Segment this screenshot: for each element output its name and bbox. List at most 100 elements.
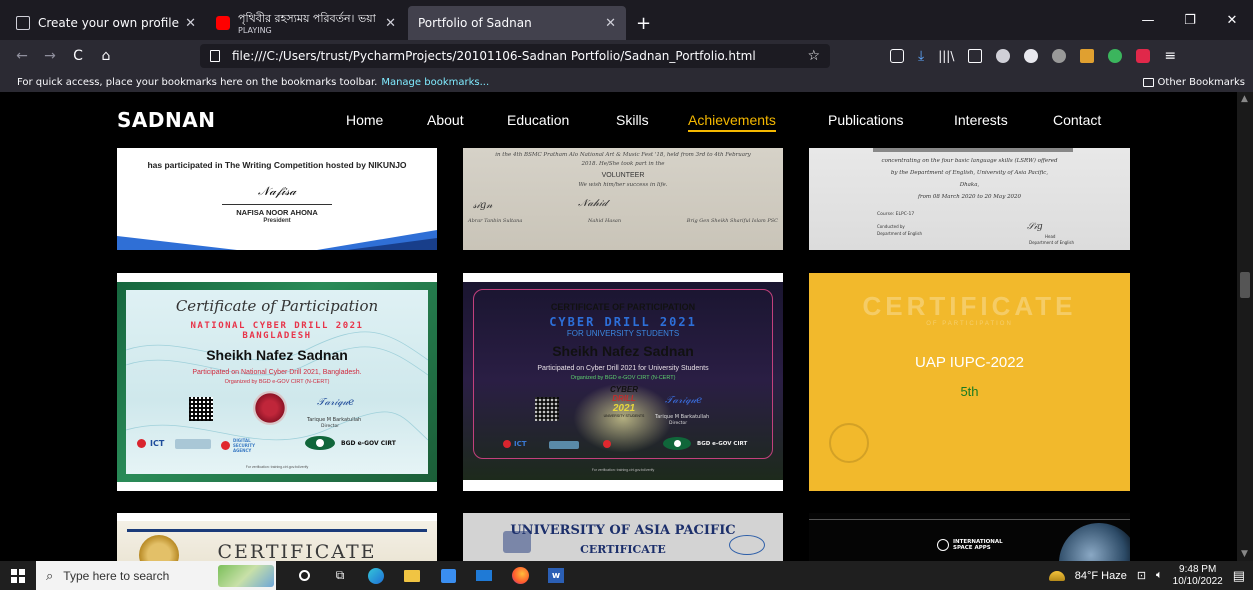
manage-bookmarks-link[interactable]: Manage bookmarks... (381, 77, 489, 88)
url-text[interactable]: file:///C:/Users/trust/PycharmProjects/2… (232, 49, 756, 63)
signer-name: Tarique M Barkatullah (307, 417, 362, 423)
back-icon[interactable]: ← (8, 48, 36, 64)
event-name: CYBER DRILL 2021 (549, 315, 697, 329)
firefox-icon[interactable] (502, 561, 538, 590)
certificate-role: VOLUNTEER (601, 172, 645, 179)
store-icon[interactable] (430, 561, 466, 590)
cookie-extension-icon[interactable] (1052, 49, 1067, 63)
scroll-up-icon[interactable]: ▲ (1241, 94, 1248, 104)
certificate-line: in the 4th BSMC Pratham Alo National Art… (495, 152, 751, 158)
signer-names: Abrar Tanbin Sultana Nahid Hasan Brig Ge… (468, 218, 778, 224)
close-tab-icon[interactable]: ✕ (605, 16, 616, 31)
browser-tab-bar: Create your own profile ✕ পৃথিবীর রহস্যম… (0, 0, 1253, 40)
event-name: NATIONAL CYBER DRILL 2021 (190, 321, 364, 331)
close-tab-icon[interactable]: ✕ (185, 16, 196, 31)
browser-tab-portfolio[interactable]: Portfolio of Sadnan ✕ (408, 6, 626, 40)
recipient-name: Sheikh Nafez Sadnan (206, 347, 348, 363)
certificate-line: from 08 March 2020 to 20 May 2020 (917, 194, 1022, 200)
page-scrollbar[interactable]: ▲ ▼ (1237, 92, 1253, 561)
close-tab-icon[interactable]: ✕ (385, 16, 396, 31)
file-explorer-icon[interactable] (394, 561, 430, 590)
download-icon[interactable]: ⤓ (918, 49, 924, 63)
bookmarks-toolbar: For quick access, place your bookmarks h… (0, 72, 1253, 92)
word-icon[interactable]: w (538, 561, 574, 590)
certificate-description: Participated on Cyber Drill 2021 for Uni… (537, 365, 709, 372)
web-page: has participated in The Writing Competit… (0, 92, 1237, 561)
home-icon[interactable]: ⌂ (92, 48, 120, 64)
certificate-bottom-uap[interactable]: UNIVERSITY OF ASIA PACIFIC CERTIFICATE (463, 513, 783, 561)
volume-icon[interactable]: 🔈︎ (1156, 569, 1163, 582)
shield-extension-icon[interactable] (996, 49, 1011, 63)
achievement-card-uap-iupc[interactable]: CERTIFICATE OF PARTICIPATION UAP IUPC-20… (809, 273, 1130, 491)
menu-skills[interactable]: Skills (616, 112, 649, 128)
signature: 𝒩𝒶𝒻𝒾𝓈𝒶 (257, 184, 297, 198)
certificate-cyber-drill-university[interactable]: CERTIFICATE OF PARTICIPATION CYBER DRILL… (463, 273, 783, 491)
site-logo[interactable]: SADNAN (117, 108, 215, 132)
qr-code-icon (535, 397, 559, 421)
record-extension-icon[interactable] (1136, 49, 1151, 63)
certificate-national-cyber-drill[interactable]: Certificate of Participation NATIONAL CY… (117, 273, 437, 491)
pocket-icon[interactable] (890, 49, 904, 63)
menu-contact[interactable]: Contact (1053, 112, 1101, 128)
mail-icon[interactable] (466, 561, 502, 590)
forward-icon[interactable]: → (36, 48, 64, 64)
clock-time: 9:48 PM (1179, 563, 1217, 575)
restore-icon[interactable]: ❐ (1169, 0, 1211, 40)
url-bar[interactable]: file:///C:/Users/trust/PycharmProjects/2… (200, 44, 830, 68)
close-window-icon[interactable]: ✕ (1211, 0, 1253, 40)
event-subtitle: FOR UNIVERSITY STUDENTS (566, 329, 680, 338)
digital-security-logo (603, 440, 611, 448)
taskbar-search-box[interactable]: ⌕ Type here to search (36, 561, 276, 590)
menu-education[interactable]: Education (507, 112, 569, 128)
scroll-down-icon[interactable]: ▼ (1241, 549, 1248, 559)
menu-interests[interactable]: Interests (954, 112, 1008, 128)
earth-image (1059, 523, 1130, 561)
reload-icon[interactable]: C (64, 48, 92, 64)
notification-icon[interactable]: ▤ (1233, 568, 1245, 584)
cortana-icon[interactable] (286, 561, 322, 590)
search-placeholder: Type here to search (63, 568, 170, 583)
signer-role: Director (669, 421, 688, 426)
browser-tab-youtube[interactable]: পৃথিবীর রহস্যময় পরিবর্তন। ভয়া PLAYING … (206, 6, 406, 40)
clock[interactable]: 9:48 PM 10/10/2022 (1173, 564, 1223, 588)
new-tab-button[interactable]: + (636, 6, 651, 40)
leaf-extension-icon[interactable] (1108, 49, 1123, 63)
tab-title: পৃথিবীর রহস্যময় পরিবর্তন। ভয়া (238, 11, 376, 25)
globe-extension-icon[interactable] (1024, 49, 1039, 63)
bookmark-star-icon[interactable]: ☆ (807, 48, 820, 64)
menu-about[interactable]: About (427, 112, 464, 128)
windows-start-icon[interactable] (0, 568, 36, 583)
certificate-bottom-left[interactable]: CERTIFICATE (117, 513, 437, 561)
seal-icon (253, 391, 287, 425)
weather-text[interactable]: 84°F Haze (1075, 570, 1127, 582)
browser-tab-profile[interactable]: Create your own profile ✕ (6, 6, 206, 40)
ict-logo: ICT (137, 439, 164, 448)
certificate-space-apps[interactable]: INTERNATIONAL SPACE APPS (809, 513, 1130, 561)
network-icon[interactable]: ⊡ (1137, 569, 1146, 582)
puzzle-extension-icon[interactable] (1080, 49, 1095, 63)
signature: 𝒯𝒶𝓇𝒾𝓆𝓊𝑒 (317, 397, 355, 408)
menu-achievements[interactable]: Achievements (688, 112, 776, 132)
library-icon[interactable]: |||\ (938, 49, 954, 63)
task-view-icon[interactable]: ⧉ (322, 561, 358, 590)
recipient-name: Sheikh Nafez Sadnan (552, 343, 694, 359)
scrollbar-thumb[interactable] (1240, 272, 1250, 298)
menu-home[interactable]: Home (346, 112, 383, 128)
sidebar-icon[interactable] (968, 49, 983, 63)
certificate-uap-english[interactable]: concentrating on the four basic language… (809, 148, 1130, 250)
site-header: SADNAN Home About Education Skills Achie… (0, 92, 1237, 148)
edge-icon[interactable] (358, 561, 394, 590)
verification-footer: For verification: training.cirt.gov.bd/v… (245, 465, 309, 469)
signature: 𝒮𝒾𝑔 (1027, 222, 1043, 232)
menu-icon[interactable]: ≡ (1164, 49, 1176, 63)
other-bookmarks-button[interactable]: Other Bookmarks (1142, 77, 1245, 88)
certificate-title: CERTIFICATE OF PARTICIPATION (550, 302, 696, 312)
certificate-description: Participated on National Cyber Drill 202… (192, 369, 362, 376)
menu-publications[interactable]: Publications (828, 112, 904, 128)
tab-favicon-icon (16, 16, 30, 30)
certificate-writing-competition[interactable]: has participated in The Writing Competit… (117, 148, 437, 250)
signer-name: Brig Gen Sheikh Shariful Islam PSC (686, 218, 778, 224)
minimize-icon[interactable]: — (1127, 0, 1169, 40)
certificate-bsmc-volunteer[interactable]: in the 4th BSMC Pratham Alo National Art… (463, 148, 783, 250)
tab-playing-label: PLAYING (238, 25, 272, 35)
